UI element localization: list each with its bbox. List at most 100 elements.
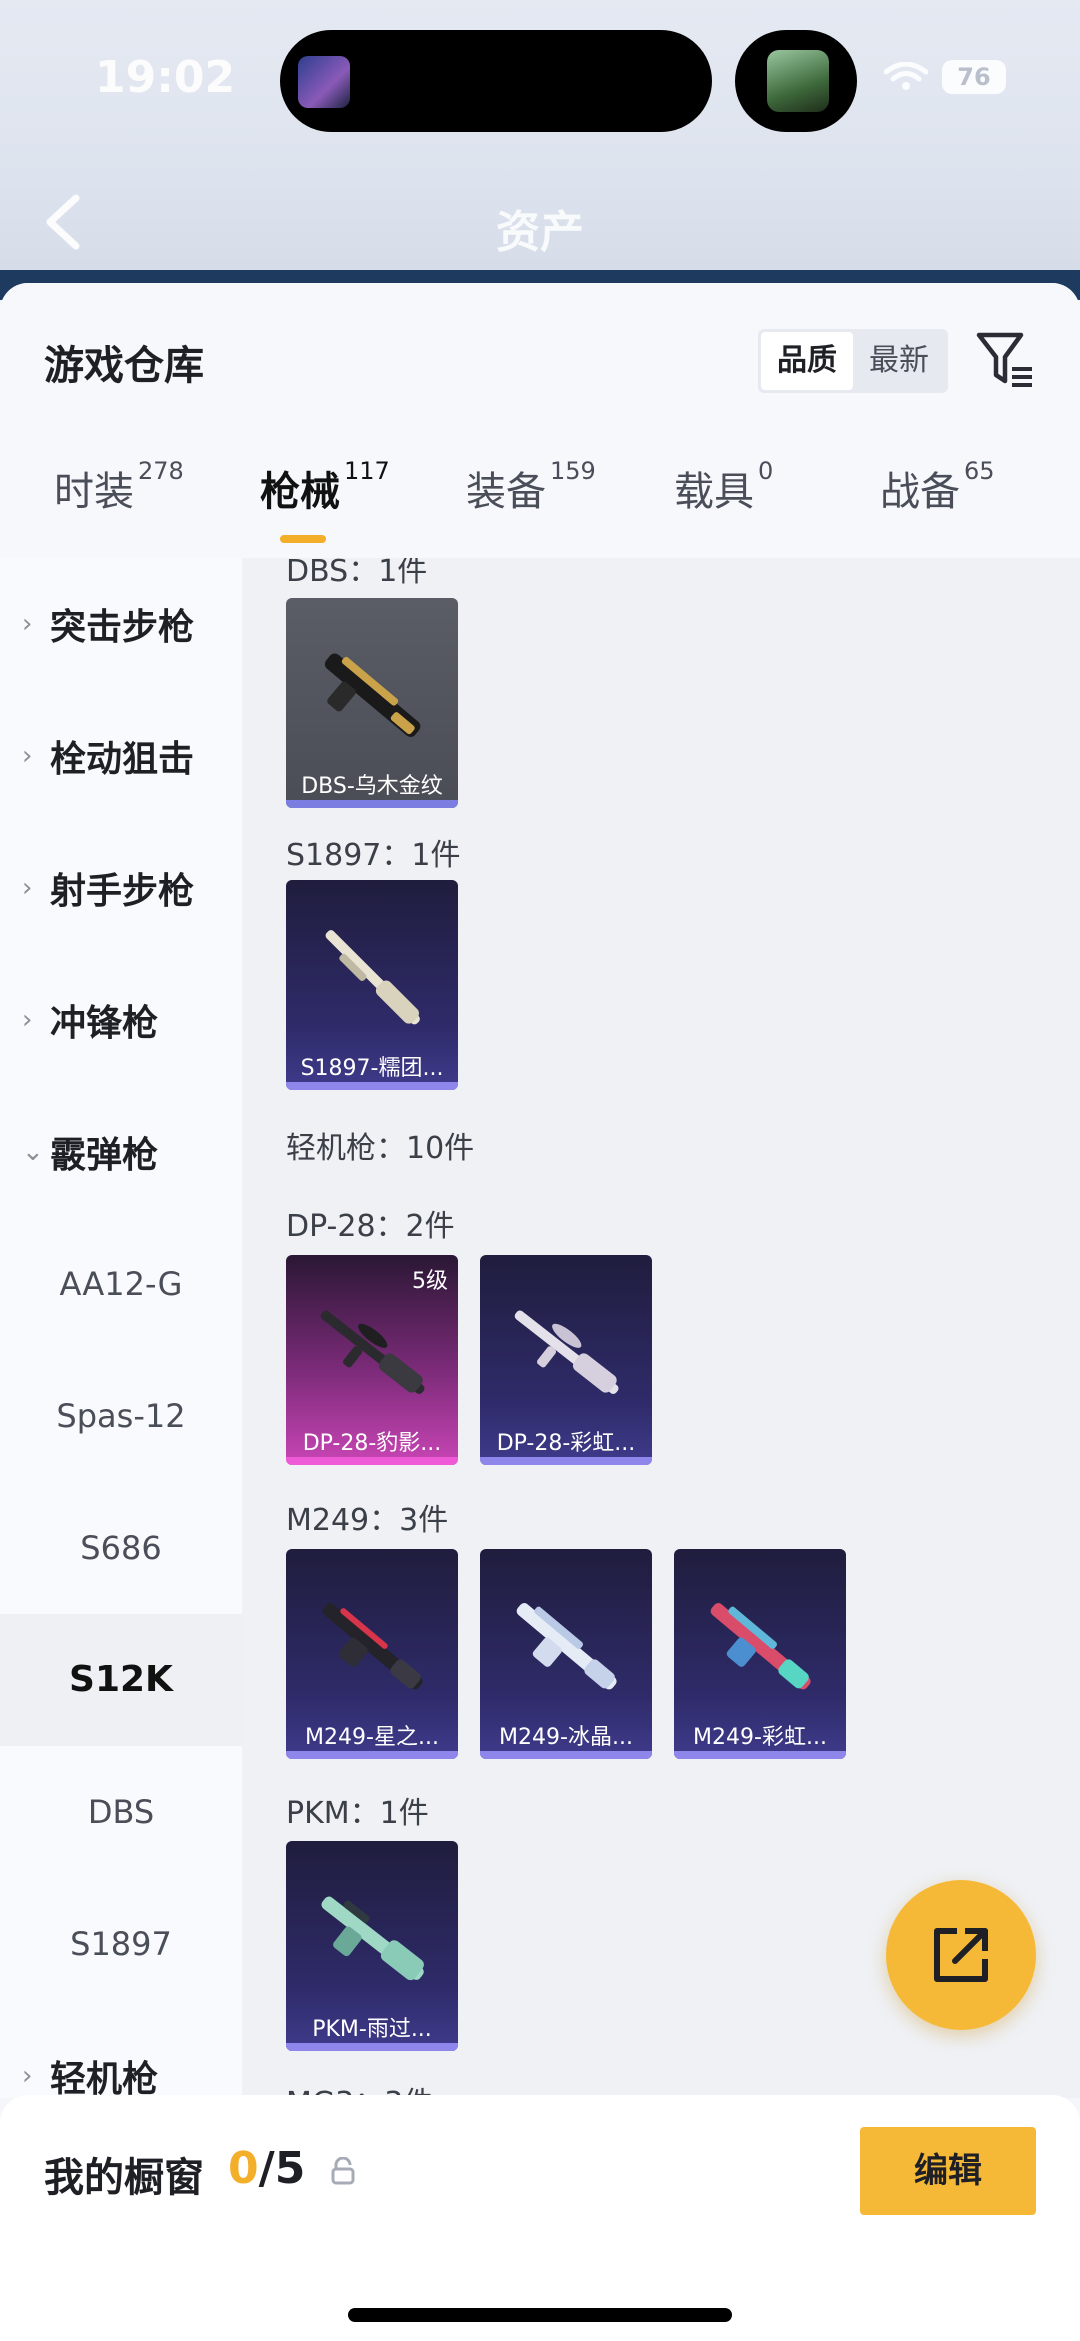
- sidebar-item-smg[interactable]: › 冲锋枪: [0, 954, 242, 1086]
- chevron-right-icon: ›: [22, 609, 33, 639]
- sort-newest-button[interactable]: 最新: [853, 332, 945, 390]
- active-tab-indicator: [280, 535, 326, 543]
- weapon-card[interactable]: M249-星之...: [286, 1549, 458, 1759]
- sort-quality-button[interactable]: 品质: [761, 332, 853, 390]
- shotgun-icon: [324, 653, 421, 737]
- tab-label: 战备: [880, 469, 960, 515]
- tab-count: 278: [138, 457, 184, 485]
- warehouse-sheet: 游戏仓库 品质 最新 时装 278 枪械 117 装备 159 载具 0 战备 …: [0, 283, 1080, 2341]
- rarity-bar: [674, 1751, 846, 1759]
- share-button[interactable]: [886, 1880, 1036, 2030]
- battery-indicator: 76: [942, 60, 1006, 94]
- sort-toggle: 品质 最新: [758, 329, 948, 393]
- weapon-card[interactable]: 5级 DP-28-豹影...: [286, 1255, 458, 1465]
- sidebar-subitem-s1897[interactable]: S1897: [0, 1878, 242, 2010]
- rarity-bar: [286, 1082, 458, 1090]
- showcase-current: 0: [228, 2143, 259, 2194]
- lock-icon: [331, 2157, 355, 2185]
- sidebar-item-bolt-sniper[interactable]: › 栓动狙击: [0, 690, 242, 822]
- dynamic-island-secondary: [735, 30, 857, 132]
- weapon-card[interactable]: S1897-糯团...: [286, 880, 458, 1090]
- dynamic-island: [280, 30, 712, 132]
- showcase-title: 我的橱窗: [44, 2155, 204, 2201]
- home-indicator: [348, 2308, 732, 2322]
- sidebar-subitem-s686[interactable]: S686: [0, 1482, 242, 1614]
- chevron-right-icon: ›: [22, 1005, 33, 1035]
- tab-count: 65: [964, 457, 995, 485]
- rarity-bar: [480, 1457, 652, 1465]
- sheet-title: 游戏仓库: [44, 343, 204, 389]
- sidebar-item-assault-rifle[interactable]: › 突击步枪: [0, 558, 242, 690]
- tab-label: 枪械: [260, 469, 340, 515]
- rarity-bar: [286, 800, 458, 808]
- chevron-right-icon: ›: [22, 873, 33, 903]
- showcase-count: 0/5: [228, 2143, 305, 2194]
- tab-label: 载具: [674, 469, 754, 515]
- weapon-card[interactable]: DP-28-彩虹...: [480, 1255, 652, 1465]
- showcase-total: /5: [258, 2143, 306, 2194]
- group-label-dp28: DP-28：2件: [286, 1209, 455, 1244]
- tab-equipment[interactable]: 装备 159: [466, 457, 596, 549]
- sidebar-subitem-s12k[interactable]: S12K: [0, 1614, 242, 1746]
- group-label-pkm: PKM：1件: [286, 1796, 429, 1831]
- tab-count: 159: [550, 457, 596, 485]
- chevron-right-icon: ›: [22, 2061, 33, 2091]
- sidebar-item-lmg[interactable]: › 轻机枪: [0, 2010, 242, 2098]
- sidebar-item-label: 冲锋枪: [50, 1003, 159, 1044]
- machine-gun-icon: [322, 1603, 423, 1690]
- sidebar-item-shotgun[interactable]: ⌄ 霰弹枪: [0, 1086, 242, 1218]
- machine-gun-icon: [710, 1603, 811, 1690]
- weapon-card-name: DP-28-豹影...: [302, 1431, 442, 1456]
- sidebar-item-label: 突击步枪: [50, 607, 195, 648]
- weapon-card[interactable]: PKM-雨过...: [286, 1841, 458, 2051]
- edit-button[interactable]: 编辑: [860, 2127, 1036, 2215]
- tab-count: 117: [344, 457, 390, 485]
- category-sidebar: › 突击步枪 › 栓动狙击 › 射手步枪 › 冲锋枪 ⌄ 霰弹枪 AA12-G …: [0, 558, 242, 2098]
- chevron-right-icon: ›: [22, 741, 33, 771]
- wifi-icon: [884, 62, 928, 90]
- machine-gun-icon: [514, 1310, 619, 1394]
- weapon-card-name: DBS-乌木金纹: [301, 774, 443, 799]
- weapon-card-name: M249-彩虹...: [693, 1725, 827, 1750]
- tab-count: 0: [758, 457, 774, 485]
- sheet-header: 游戏仓库 品质 最新 时装 278 枪械 117 装备 159 载具 0 战备 …: [0, 283, 1080, 558]
- tab-fashion[interactable]: 时装 278: [54, 457, 184, 549]
- group-label-lmg: 轻机枪：10件: [286, 1131, 475, 1166]
- weapon-card[interactable]: M249-彩虹...: [674, 1549, 846, 1759]
- weapon-card[interactable]: DBS-乌木金纹: [286, 598, 458, 808]
- live-activity-avatar: [298, 56, 350, 108]
- tab-vehicles[interactable]: 载具 0: [674, 457, 774, 549]
- tab-supplies[interactable]: 战备 65: [880, 457, 995, 549]
- sidebar-item-label: 射手步枪: [50, 871, 195, 912]
- machine-gun-icon: [320, 1310, 425, 1394]
- sidebar-subitem-dbs[interactable]: DBS: [0, 1746, 242, 1878]
- live-activity-avatar-2: [767, 50, 829, 112]
- sidebar-item-label: 霰弹枪: [50, 1135, 159, 1176]
- rarity-bar: [286, 2043, 458, 2051]
- machine-gun-icon: [321, 1896, 424, 1981]
- share-external-icon: [934, 1928, 988, 1982]
- page-title: 资产: [496, 207, 584, 258]
- weapon-card-name: S1897-糯团...: [300, 1056, 444, 1081]
- weapon-card-name: M249-星之...: [305, 1725, 439, 1750]
- tab-label: 装备: [466, 469, 546, 515]
- sidebar-item-marksman-rifle[interactable]: › 射手步枪: [0, 822, 242, 954]
- chevron-down-icon: ⌄: [22, 1137, 44, 1167]
- rarity-bar: [480, 1751, 652, 1759]
- status-time: 19:02: [95, 52, 236, 103]
- group-label-dbs: DBS：1件: [286, 558, 428, 589]
- weapon-card-name: DP-28-彩虹...: [496, 1431, 636, 1456]
- group-label-m249: M249：3件: [286, 1503, 449, 1538]
- machine-gun-icon: [516, 1603, 617, 1690]
- weapon-card-name: M249-冰晶...: [499, 1725, 633, 1750]
- weapon-list: DBS：1件 DBS-乌木金纹 S1897：1件 S1897-糯团... 轻机枪…: [242, 558, 1080, 2098]
- sidebar-subitem-aa12g[interactable]: AA12-G: [0, 1218, 242, 1350]
- weapon-card-name: PKM-雨过...: [312, 2017, 432, 2042]
- shotgun-icon: [325, 930, 420, 1025]
- filter-icon[interactable]: [976, 329, 1034, 391]
- category-tabs: 时装 278 枪械 117 装备 159 载具 0 战备 65: [0, 457, 1080, 549]
- rarity-bar: [286, 1751, 458, 1759]
- weapon-card[interactable]: M249-冰晶...: [480, 1549, 652, 1759]
- group-label-s1897: S1897：1件: [286, 838, 461, 873]
- sidebar-subitem-spas12[interactable]: Spas-12: [0, 1350, 242, 1482]
